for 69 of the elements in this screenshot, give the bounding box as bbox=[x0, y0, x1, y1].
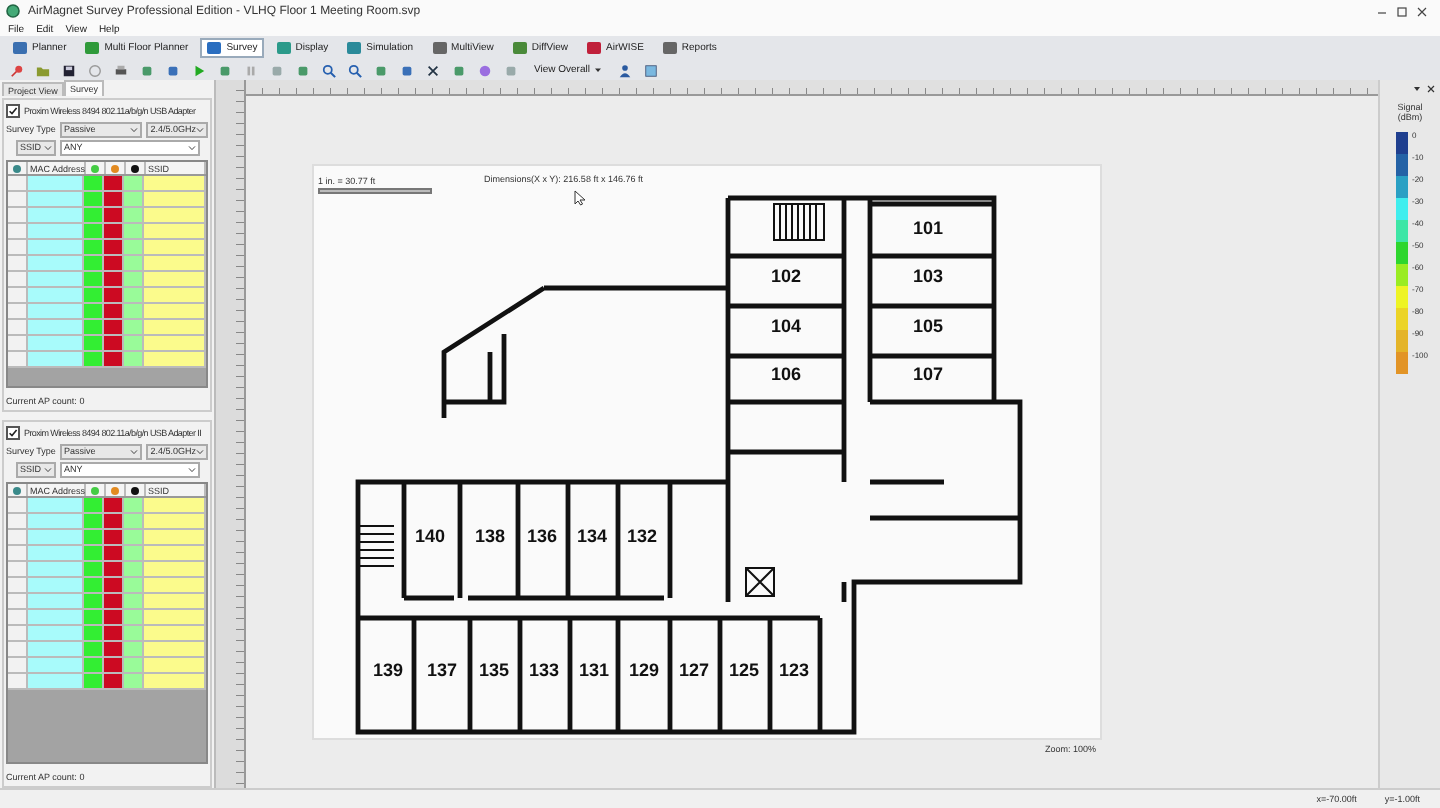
dropdown-icon[interactable] bbox=[1412, 84, 1422, 94]
room-number: 137 bbox=[426, 660, 458, 680]
signal-dot-icon[interactable] bbox=[130, 163, 140, 173]
tab-icon bbox=[586, 40, 603, 56]
signal-dot-icon[interactable] bbox=[110, 163, 120, 173]
chevron-icon bbox=[44, 143, 52, 151]
room-number: 131 bbox=[578, 660, 610, 680]
tab-icon bbox=[275, 40, 292, 56]
room-number: 127 bbox=[678, 660, 710, 680]
pin-icon[interactable] bbox=[10, 63, 24, 77]
chevron-icon bbox=[130, 125, 139, 133]
printer-icon[interactable] bbox=[114, 63, 128, 77]
scale-bar bbox=[318, 188, 432, 194]
room-number: 123 bbox=[778, 660, 810, 680]
room-number: 103 bbox=[912, 266, 944, 286]
room-number: 129 bbox=[628, 660, 660, 680]
chevron-icon bbox=[44, 465, 52, 473]
tool-icon[interactable] bbox=[218, 63, 232, 77]
save-icon[interactable] bbox=[62, 63, 76, 77]
tab-icon bbox=[431, 40, 448, 56]
tab-icon bbox=[346, 40, 363, 56]
app-logo-icon bbox=[6, 4, 20, 18]
maximize-icon[interactable] bbox=[1396, 5, 1408, 17]
chevron-icon bbox=[188, 465, 196, 473]
room-number: 134 bbox=[576, 526, 608, 546]
caret-icon bbox=[593, 66, 602, 74]
room-number: 136 bbox=[526, 526, 558, 546]
signal-dot-icon[interactable] bbox=[12, 485, 22, 495]
chevron-icon bbox=[196, 447, 204, 455]
panel-icon[interactable] bbox=[643, 63, 658, 77]
room-number: 133 bbox=[528, 660, 560, 680]
room-number: 104 bbox=[770, 316, 802, 336]
close-icon[interactable] bbox=[1426, 84, 1436, 94]
pause-icon[interactable] bbox=[244, 63, 258, 77]
room-number: 101 bbox=[912, 218, 944, 238]
tab-icon bbox=[12, 40, 28, 56]
room-number: 132 bbox=[626, 526, 658, 546]
zoom-icon[interactable] bbox=[348, 63, 362, 77]
tab-icon bbox=[661, 40, 678, 56]
checkbox[interactable] bbox=[6, 104, 20, 118]
room-number: 107 bbox=[912, 364, 944, 384]
checkbox[interactable] bbox=[6, 426, 20, 440]
room-number: 105 bbox=[912, 316, 944, 336]
room-number: 135 bbox=[478, 660, 510, 680]
room-number: 102 bbox=[770, 266, 802, 286]
signal-dot-icon[interactable] bbox=[90, 485, 100, 495]
signal-dot-icon[interactable] bbox=[90, 163, 100, 173]
room-number: 125 bbox=[728, 660, 760, 680]
room-number: 106 bbox=[770, 364, 802, 384]
close-icon[interactable] bbox=[1416, 5, 1428, 17]
cross-icon[interactable] bbox=[426, 63, 440, 77]
tab-icon bbox=[511, 40, 528, 56]
tool-icon[interactable] bbox=[452, 63, 466, 77]
chevron-icon bbox=[130, 447, 139, 455]
signal-dot-icon[interactable] bbox=[12, 163, 22, 173]
chevron-icon bbox=[188, 143, 196, 151]
person-icon[interactable] bbox=[617, 63, 632, 77]
ball-icon[interactable] bbox=[478, 63, 492, 77]
chevron-icon bbox=[196, 125, 204, 133]
signal-dot-icon[interactable] bbox=[130, 485, 140, 495]
tab-icon bbox=[84, 40, 101, 56]
tab-icon bbox=[206, 40, 223, 56]
cursor-icon bbox=[574, 190, 586, 206]
zoom-icon[interactable] bbox=[322, 63, 336, 77]
room-number: 138 bbox=[474, 526, 506, 546]
signal-dot-icon[interactable] bbox=[110, 485, 120, 495]
room-number: 140 bbox=[414, 526, 446, 546]
room-number: 139 bbox=[372, 660, 404, 680]
tool-icon[interactable] bbox=[504, 63, 518, 77]
